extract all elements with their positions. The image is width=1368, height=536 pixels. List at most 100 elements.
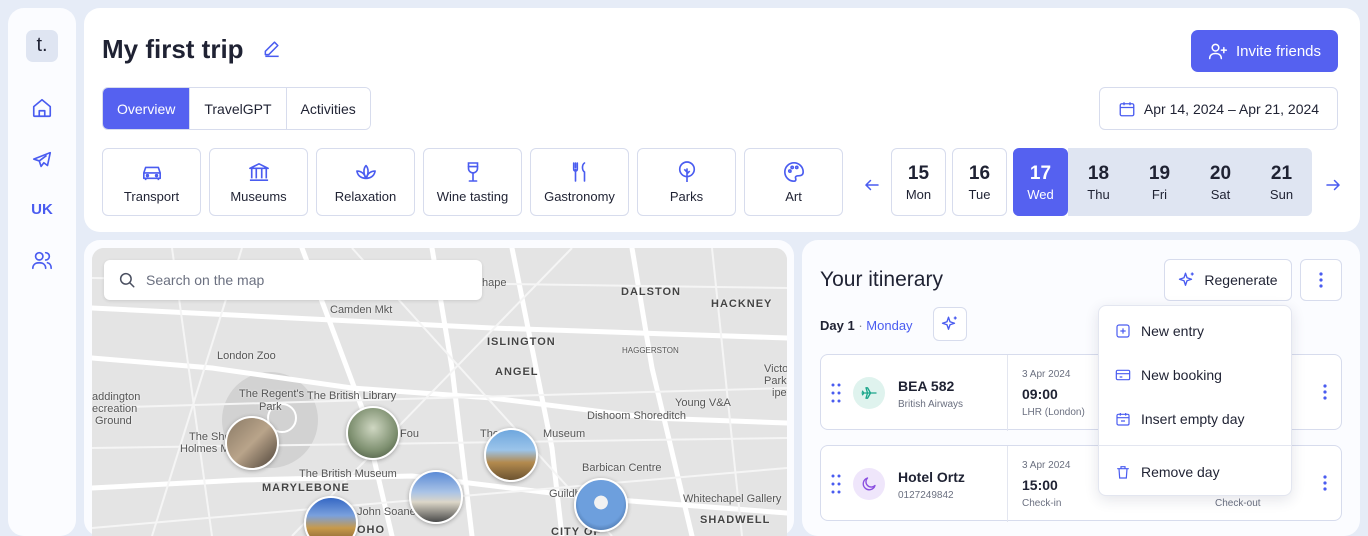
map-pin-london-eye[interactable] bbox=[574, 478, 628, 532]
menu-item-new-entry[interactable]: New entry bbox=[1115, 323, 1204, 339]
tab-activities[interactable]: Activities bbox=[286, 88, 370, 129]
plus-square-icon bbox=[1116, 324, 1130, 338]
ai-day-button[interactable] bbox=[933, 307, 967, 341]
map-label: OHO bbox=[357, 524, 386, 536]
category-relaxation[interactable]: Relaxation bbox=[316, 148, 415, 216]
date-range-text: Apr 14, 2024 – Apr 21, 2024 bbox=[1143, 100, 1320, 117]
map-label: addington bbox=[92, 391, 141, 403]
day-19[interactable]: 19 Fri bbox=[1129, 148, 1190, 216]
map-pin-british-library[interactable] bbox=[346, 406, 400, 460]
edit-title-button[interactable] bbox=[262, 38, 282, 63]
tree-icon bbox=[678, 160, 695, 182]
sidebar-item-flights[interactable] bbox=[26, 144, 58, 176]
day-17[interactable]: 17 Wed bbox=[1013, 148, 1068, 216]
map-label: Park bbox=[764, 375, 787, 387]
more-vertical-icon bbox=[1319, 272, 1323, 288]
category-gastronomy[interactable]: Gastronomy bbox=[530, 148, 629, 216]
sidebar-item-home[interactable] bbox=[26, 92, 58, 124]
day-21[interactable]: 21 Sun bbox=[1251, 148, 1312, 216]
tab-overview[interactable]: Overview bbox=[103, 88, 191, 129]
next-days-button[interactable] bbox=[1324, 176, 1342, 199]
map-view[interactable]: Camden Mkt DALSTON HACKNEY ISLINGTON Lon… bbox=[92, 248, 787, 536]
day-weekday: Tue bbox=[968, 186, 991, 202]
sidebar: t. UK bbox=[8, 8, 76, 536]
day-label: Day 1 bbox=[820, 318, 855, 333]
entry-more-button[interactable] bbox=[1323, 384, 1327, 405]
menu-item-remove-day[interactable]: Remove day bbox=[1115, 464, 1220, 480]
page-title: My first trip bbox=[102, 34, 244, 64]
more-vertical-icon bbox=[1323, 384, 1327, 400]
map-label: Barbican Centre bbox=[582, 462, 662, 474]
day-20[interactable]: 20 Sat bbox=[1190, 148, 1251, 216]
arrow-left-icon bbox=[864, 179, 879, 191]
map-label: London Zoo bbox=[217, 350, 276, 362]
ticket-icon bbox=[1115, 369, 1131, 381]
day-weekday: Sun bbox=[1269, 186, 1294, 202]
map-search[interactable] bbox=[104, 260, 482, 300]
day-separator: · bbox=[858, 318, 863, 333]
map-label: The Regent's bbox=[239, 388, 305, 400]
palette-icon bbox=[783, 161, 804, 182]
trash-icon bbox=[1117, 466, 1129, 479]
search-icon bbox=[119, 272, 135, 288]
user-plus-icon bbox=[1208, 43, 1228, 60]
drag-handle-icon[interactable] bbox=[831, 473, 841, 500]
map-label: Fou bbox=[400, 428, 419, 440]
category-parks[interactable]: Parks bbox=[637, 148, 736, 216]
category-museums[interactable]: Museums bbox=[209, 148, 308, 216]
regenerate-label: Regenerate bbox=[1204, 272, 1278, 288]
map-pin-big-ben[interactable] bbox=[484, 428, 538, 482]
home-icon bbox=[32, 98, 52, 118]
view-tabs: Overview TravelGPT Activities bbox=[102, 87, 371, 130]
map-pin-sherlock-holmes-museum[interactable] bbox=[225, 416, 279, 470]
day-18[interactable]: 18 Thu bbox=[1068, 148, 1129, 216]
tab-travelgpt[interactable]: TravelGPT bbox=[190, 88, 287, 129]
day-weekday-label: Monday bbox=[866, 318, 913, 333]
itinerary-more-button[interactable] bbox=[1300, 259, 1342, 301]
plane-icon bbox=[861, 387, 877, 399]
sidebar-item-country[interactable]: UK bbox=[26, 193, 58, 225]
category-label: Wine tasting bbox=[436, 188, 509, 204]
map-label: Whitechapel Gallery bbox=[683, 493, 782, 505]
map-pin-british-museum[interactable] bbox=[409, 470, 463, 524]
day-weekday: Fri bbox=[1151, 186, 1168, 202]
category-wine-tasting[interactable]: Wine tasting bbox=[423, 148, 522, 216]
day-number: 17 bbox=[1029, 162, 1052, 184]
users-icon bbox=[32, 251, 52, 270]
category-transport[interactable]: Transport bbox=[102, 148, 201, 216]
map-label: The British Museum bbox=[299, 468, 397, 480]
map-label: Victoria bbox=[764, 363, 787, 375]
day-weekday: Mon bbox=[905, 186, 932, 202]
map-label: HACKNEY bbox=[711, 298, 773, 310]
map-label: ecreation bbox=[92, 403, 138, 415]
invite-friends-button[interactable]: Invite friends bbox=[1191, 30, 1338, 72]
map-label: DALSTON bbox=[621, 286, 681, 298]
itinerary-title: Your itinerary bbox=[820, 268, 943, 291]
day-15[interactable]: 15 Mon bbox=[891, 148, 946, 216]
map-search-input[interactable] bbox=[146, 272, 466, 288]
invite-label: Invite friends bbox=[1235, 42, 1322, 60]
day-number: 16 bbox=[968, 162, 991, 184]
menu-item-new-booking[interactable]: New booking bbox=[1115, 367, 1222, 383]
map-label: Ground bbox=[95, 415, 132, 427]
app-logo[interactable]: t. bbox=[26, 30, 58, 62]
entry-time: 15:00 bbox=[1022, 477, 1058, 493]
category-art[interactable]: Art bbox=[744, 148, 843, 216]
map-label: SHADWELL bbox=[700, 514, 771, 526]
category-label: Relaxation bbox=[334, 188, 397, 204]
pencil-icon bbox=[264, 41, 279, 58]
drag-handle-icon[interactable] bbox=[831, 382, 841, 409]
day-number: 20 bbox=[1209, 162, 1232, 184]
day-16[interactable]: 16 Tue bbox=[952, 148, 1007, 216]
regenerate-button[interactable]: Regenerate bbox=[1164, 259, 1292, 301]
prev-days-button[interactable] bbox=[863, 176, 881, 199]
car-icon bbox=[142, 166, 161, 180]
sidebar-item-people[interactable] bbox=[26, 244, 58, 276]
day-number: 18 bbox=[1087, 162, 1110, 184]
category-label: Parks bbox=[669, 188, 704, 204]
category-label: Gastronomy bbox=[544, 188, 615, 204]
menu-item-insert-empty-day[interactable]: Insert empty day bbox=[1115, 411, 1245, 427]
map-label: Camden Mkt bbox=[330, 304, 393, 316]
entry-more-button[interactable] bbox=[1323, 475, 1327, 496]
date-range-picker[interactable]: Apr 14, 2024 – Apr 21, 2024 bbox=[1099, 87, 1338, 130]
